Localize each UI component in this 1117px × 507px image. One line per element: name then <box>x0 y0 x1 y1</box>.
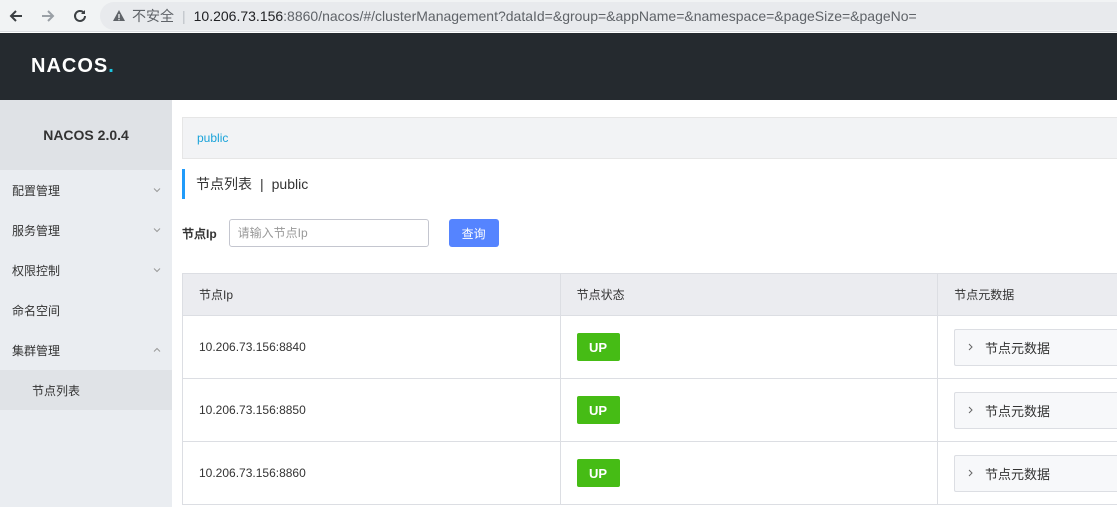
sidebar-title: NACOS 2.0.4 <box>0 100 172 170</box>
sidebar-subitem-node-list[interactable]: 节点列表 <box>0 370 172 410</box>
node-metadata-cell: 节点元数据 <box>938 316 1117 378</box>
metadata-expand-button[interactable]: 节点元数据 <box>954 328 1117 366</box>
node-status-cell: UP <box>561 379 938 441</box>
status-badge: UP <box>576 396 620 424</box>
table-row: 10.206.73.156:8840 UP 节点元数据 <box>183 316 1117 379</box>
page-title-text: 节点列表 <box>196 176 252 192</box>
column-header-ip: 节点Ip <box>183 274 561 315</box>
namespace-bar: public <box>182 117 1117 159</box>
metadata-label: 节点元数据 <box>985 340 1051 356</box>
chevron-down-icon <box>153 268 161 273</box>
sidebar-item-label: 配置管理 <box>12 183 61 198</box>
status-badge: UP <box>576 459 620 487</box>
column-header-status: 节点状态 <box>561 274 939 315</box>
main-content: public 节点列表 | public 节点Ip 查询 节点Ip 节点状态 节… <box>182 117 1117 507</box>
namespace-link[interactable]: public <box>197 131 228 145</box>
node-status-cell: UP <box>561 316 938 378</box>
node-ip-cell: 10.206.73.156:8860 <box>183 442 561 504</box>
table-row: 10.206.73.156:8860 UP 节点元数据 <box>183 442 1117 505</box>
chevron-right-icon <box>968 406 973 414</box>
sidebar-item-cluster[interactable]: 集群管理 <box>0 330 172 370</box>
node-ip-cell: 10.206.73.156:8840 <box>183 316 561 378</box>
app-header: NACOS. <box>0 33 1117 100</box>
metadata-label: 节点元数据 <box>985 466 1051 482</box>
chevron-right-icon <box>968 469 973 477</box>
search-form: 节点Ip 查询 <box>182 219 499 247</box>
chevron-up-icon <box>153 347 161 352</box>
forward-button[interactable] <box>32 0 64 32</box>
sidebar-item-label: 命名空间 <box>12 303 61 318</box>
column-header-metadata: 节点元数据 <box>954 288 1015 302</box>
sidebar-item-label: 集群管理 <box>12 343 61 358</box>
reload-icon <box>74 9 86 22</box>
nacos-logo[interactable]: NACOS. <box>31 55 115 78</box>
metadata-label: 节点元数据 <box>985 403 1051 419</box>
url-separator: | <box>182 8 186 24</box>
arrow-right-icon <box>42 9 55 22</box>
table-row: 10.206.73.156:8850 UP 节点元数据 <box>183 379 1117 442</box>
arrow-left-icon <box>9 9 22 22</box>
browser-toolbar: 不安全 | 10.206.73.156 :8860/nacos/#/cluste… <box>0 0 1117 32</box>
node-table: 节点Ip 节点状态 节点元数据 10.206.73.156:8840 UP 节点… <box>182 273 1117 505</box>
sidebar-item-namespace[interactable]: 命名空间 <box>0 290 172 330</box>
page-title-namespace: public <box>271 176 309 192</box>
metadata-expand-button[interactable]: 节点元数据 <box>954 391 1117 429</box>
sidebar-item-service[interactable]: 服务管理 <box>0 210 172 250</box>
insecure-label: 不安全 <box>132 8 174 24</box>
chevron-down-icon <box>153 228 161 233</box>
search-label: 节点Ip <box>182 226 217 241</box>
sidebar: NACOS 2.0.4 配置管理 服务管理 权限控制 命名空间 集群管理 节点列… <box>0 100 172 507</box>
address-bar[interactable]: 不安全 | 10.206.73.156 :8860/nacos/#/cluste… <box>100 2 1117 30</box>
table-header: 节点Ip 节点状态 节点元数据 <box>183 274 1117 316</box>
sidebar-item-config[interactable]: 配置管理 <box>0 170 172 210</box>
node-metadata-cell: 节点元数据 <box>938 379 1117 441</box>
warning-icon <box>113 10 125 21</box>
sidebar-item-label: 服务管理 <box>12 223 61 238</box>
chevron-down-icon <box>153 188 161 193</box>
node-ip-cell: 10.206.73.156:8850 <box>183 379 561 441</box>
back-button[interactable] <box>0 0 32 32</box>
title-separator: | <box>260 176 264 192</box>
node-metadata-cell: 节点元数据 <box>938 442 1117 504</box>
query-button[interactable]: 查询 <box>448 219 499 247</box>
node-ip-input[interactable] <box>228 219 429 247</box>
chevron-right-icon <box>968 343 973 351</box>
page-title: 节点列表 | public <box>182 169 308 199</box>
status-badge: UP <box>576 333 620 361</box>
metadata-expand-button[interactable]: 节点元数据 <box>954 454 1117 492</box>
url-host: 10.206.73.156 <box>193 8 284 24</box>
sidebar-item-label: 权限控制 <box>12 263 61 278</box>
reload-button[interactable] <box>64 0 96 32</box>
sidebar-item-permission[interactable]: 权限控制 <box>0 250 172 290</box>
url-path: :8860/nacos/#/clusterManagement?dataId=&… <box>283 8 917 24</box>
node-status-cell: UP <box>561 442 938 504</box>
